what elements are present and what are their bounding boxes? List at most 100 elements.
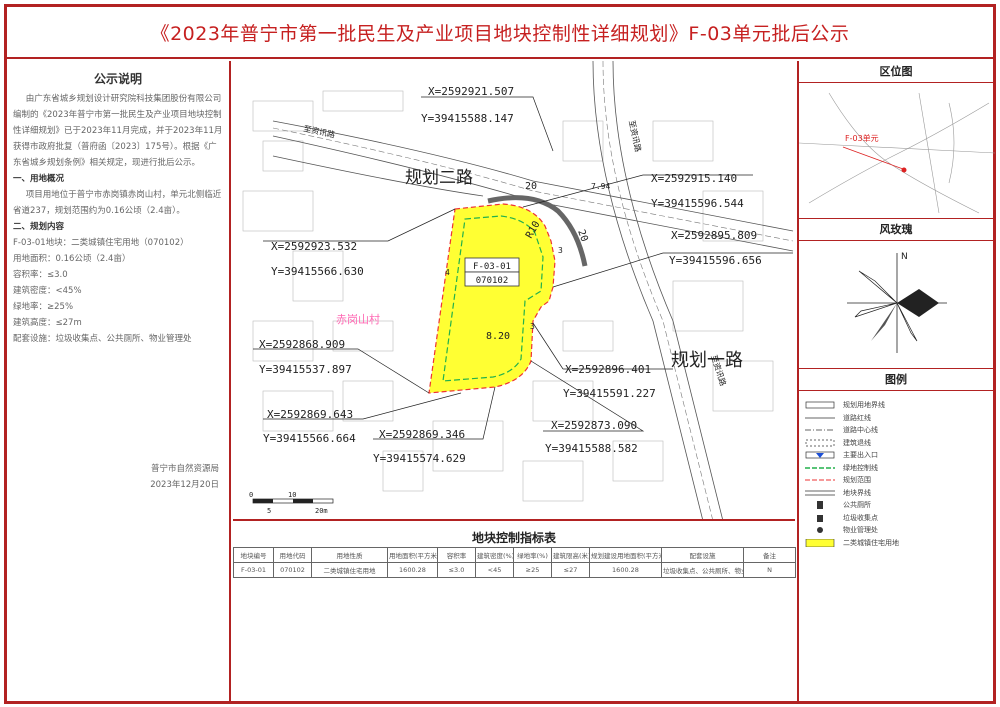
table-cell: F-03-01 (233, 562, 274, 578)
legend-item: 道路中心线 (805, 426, 878, 435)
management-icon (805, 525, 835, 535)
section-2-title: 二、规划内容 (13, 222, 65, 232)
table-header: 备注 (743, 547, 796, 563)
coord-x: X=2592868.909 (259, 338, 345, 351)
legend-item: 规划范围 (805, 476, 871, 485)
wind-rose: N (799, 241, 993, 369)
village-label: 赤岗山村 (336, 312, 380, 326)
table-row: F-03-01 070102 二类城镇住宅用地 1600.28 ≤3.0 <45… (233, 562, 796, 578)
coord-x: X=2592921.507 (428, 85, 514, 98)
coord-x: X=2592869.346 (379, 428, 465, 441)
notice-intro: 由广东省城乡规划设计研究院科技集团股份有限公司编制的《2023年普宁市第一批民生… (13, 94, 223, 168)
road-east-label-1: 规划一路 (671, 350, 743, 371)
table-cell: <45 (475, 562, 514, 578)
table-header: 用地代码 (273, 547, 312, 563)
coord-y: Y=39415566.664 (263, 432, 356, 445)
legend-item: 地块界线 (805, 488, 871, 497)
parcel-code: 070102 (476, 276, 509, 286)
coord-y: Y=39415574.629 (373, 452, 466, 465)
width-label: 3 (530, 322, 535, 331)
legend-item: 垃圾收集点 (805, 512, 987, 525)
coord-x: X=2592896.401 (565, 363, 651, 376)
plan-row: 绿地率：≥25% (13, 302, 74, 312)
notice-panel: 公示说明 由广东省城乡规划设计研究院科技集团股份有限公司编制的《2023年普宁市… (7, 61, 231, 701)
coord-y: Y=39415537.897 (259, 363, 352, 376)
section-1-body: 项目用地位于普宁市赤岗镇赤岗山村，单元北侧临近省道237，规划范围约为0.16公… (13, 190, 222, 216)
legend-item: 公共厕所 (805, 499, 987, 512)
table-header-row: 地块编号 用地代码 用地性质 用地面积(平方米) 容积率 建筑密度(%) 绿地率… (233, 547, 796, 563)
plan-row: 建筑密度：<45% (13, 286, 82, 296)
table-cell: 1600.28 (589, 562, 662, 578)
table-cell: 垃圾收集点、公共厕所、物业管理处 (661, 562, 744, 578)
table-header: 绿地率(%) (513, 547, 552, 563)
road-north-label: 规划二路 (405, 168, 473, 188)
wind-rose-title: 风玫瑰 (799, 219, 993, 241)
table-title: 地块控制指标表 (471, 531, 556, 545)
location-map-title: 区位图 (799, 61, 993, 83)
coord-y: Y=39415566.630 (271, 265, 364, 278)
notice-signer: 普宁市自然资源局 (150, 464, 219, 474)
table-cell: ≤3.0 (437, 562, 476, 578)
table-header: 建筑限高(米) (551, 547, 590, 563)
page-frame: 《2023年普宁市第一批民生及产业项目地块控制性详细规划》F-03单元批后公示 … (4, 4, 996, 704)
table-header: 建筑密度(%) (475, 547, 514, 563)
table-cell: 1600.28 (387, 562, 438, 578)
coord-x: X=2592915.140 (651, 172, 737, 185)
coord-x: X=2592923.532 (271, 240, 357, 253)
table-header: 规划建设用地面积(平方米) (589, 547, 662, 563)
toilet-icon (805, 500, 835, 510)
width-label: 20 (525, 181, 537, 192)
coord-y: Y=39415596.656 (669, 254, 762, 267)
scale-bar: 0 10 5 20m (249, 491, 334, 515)
building-height: 8.20 (486, 331, 510, 342)
coord-x: X=2592873.090 (551, 419, 637, 432)
legend-item: 主要出入口 (805, 449, 987, 462)
plan-row: 配套设施：垃圾收集点、公共厕所、物业管理处 (13, 334, 192, 344)
scale-label: 5 (267, 507, 271, 515)
table-cell: 070102 (273, 562, 312, 578)
table-cell: N (743, 562, 796, 578)
road-label-nw: 至资讯路 (303, 123, 336, 139)
section-1-title: 一、用地概况 (13, 174, 65, 184)
table-cell: ≤27 (551, 562, 590, 578)
notice-heading: 公示说明 (93, 72, 142, 86)
control-table-section: 地块控制指标表 地块编号 用地代码 用地性质 用地面积(平方米) 容积率 建筑密… (233, 523, 796, 701)
coord-y: Y=39415588.147 (421, 112, 514, 125)
scale-label: 10 (288, 491, 296, 499)
coord-y: Y=39415588.582 (545, 442, 638, 455)
location-map: F-03单元 (798, 83, 996, 219)
control-table: 地块编号 用地代码 用地性质 用地面积(平方米) 容积率 建筑密度(%) 绿地率… (233, 547, 796, 578)
table-header: 用地性质 (311, 547, 388, 563)
road-label-ne: 至资讯路 (627, 119, 643, 152)
table-header: 地块编号 (233, 547, 274, 563)
table-cell: ≥25 (513, 562, 552, 578)
coord-y: Y=39415596.544 (651, 197, 744, 210)
table-header: 配套设施 (661, 547, 744, 563)
title-bar: 《2023年普宁市第一批民生及产业项目地块控制性详细规划》F-03单元批后公示 (7, 7, 993, 59)
legend-item: 物业管理处 (805, 524, 987, 537)
right-panel: 区位图 F-03单元 风玫瑰 N 图例 规划用地界线 道路红线 道路中心线 建筑… (797, 61, 996, 701)
legend: 规划用地界线 道路红线 道路中心线 建筑退线 主要出入口 绿地控制线 规划范围 … (799, 391, 993, 557)
location-label: F-03单元 (845, 133, 879, 143)
plan-row: 容积率：≤3.0 (13, 270, 68, 280)
coord-x: X=2592869.643 (267, 408, 353, 421)
plan-row: 建筑高度：≤27m (13, 318, 82, 328)
width-label: 3 (558, 246, 563, 255)
plan-row: 用地面积：0.16公顷（2.4亩） (13, 254, 131, 264)
legend-item: 道路红线 (805, 413, 871, 422)
coord-y: Y=39415591.227 (563, 387, 656, 400)
table-header: 用地面积(平方米) (387, 547, 438, 563)
scale-label: 0 (249, 491, 253, 499)
scale-label: 20m (315, 507, 328, 515)
trash-icon (805, 513, 835, 523)
legend-item: 二类城镇住宅用地 (805, 537, 987, 550)
legend-item: 绿地控制线 (805, 463, 878, 472)
legend-item: 规划用地界线 (805, 399, 987, 412)
legend-item: 建筑退线 (805, 437, 987, 450)
width-label: 4 (445, 268, 450, 277)
table-cell: 二类城镇住宅用地 (311, 562, 388, 578)
plan-row: F-03-01地块：二类城镇住宅用地（070102） (13, 238, 189, 248)
planning-map: 规划二路 至资讯路 至资讯路 至资讯路 规划一路 赤岗山村 F-03-01 07… (233, 61, 795, 521)
notice-date: 2023年12月20日 (150, 480, 219, 490)
north-label: N (901, 252, 908, 262)
